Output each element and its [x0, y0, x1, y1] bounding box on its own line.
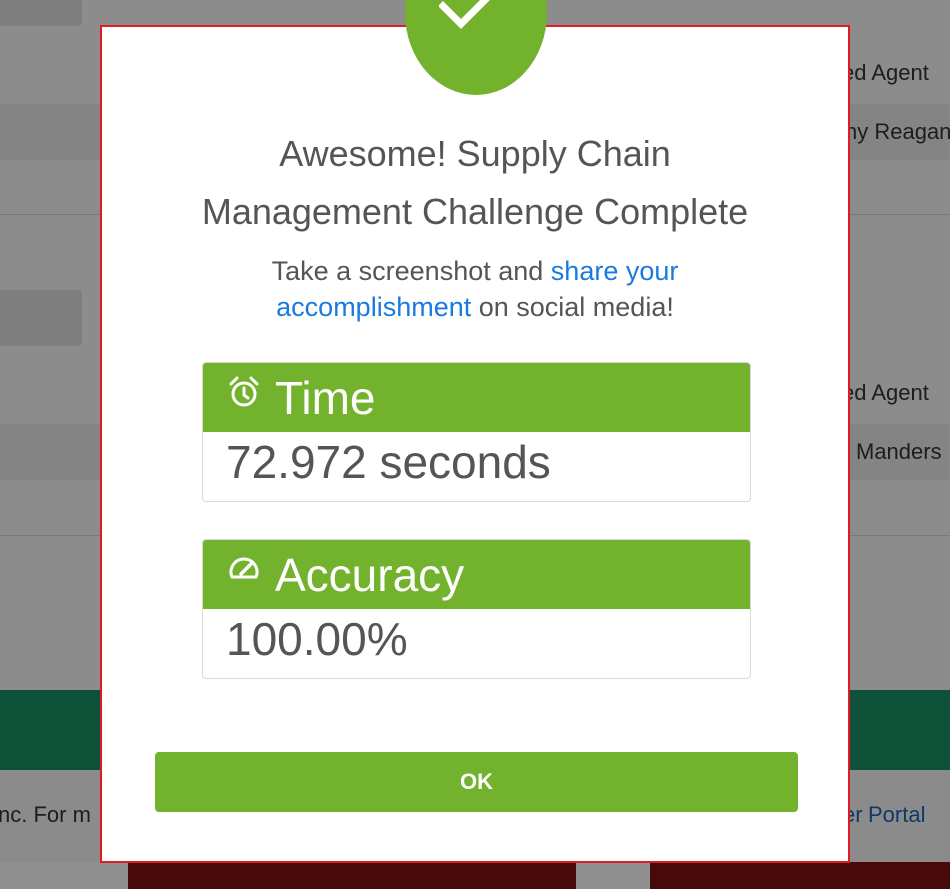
accuracy-label: Accuracy — [275, 548, 465, 601]
alarm-clock-icon — [229, 376, 259, 406]
subtitle-text-end: on social media! — [471, 292, 674, 322]
speedometer-icon — [229, 557, 259, 578]
accuracy-card: Accuracy 100.00% — [202, 539, 751, 679]
success-badge — [405, 0, 547, 95]
modal-title: Awesome! Supply Chain Management Challen… — [201, 133, 749, 232]
time-value: 72.972 seconds — [226, 436, 551, 488]
share-link[interactable]: share your — [551, 256, 679, 286]
time-card: Time 72.972 seconds — [202, 362, 751, 502]
challenge-complete-modal: Awesome! Supply Chain Management Challen… — [100, 0, 850, 863]
share-link-continued[interactable]: accomplishment — [276, 292, 471, 322]
accuracy-value: 100.00% — [226, 613, 408, 665]
subtitle-text: Take a screenshot and — [271, 256, 551, 286]
checkmark-icon — [439, 0, 490, 29]
ok-button[interactable]: OK — [155, 752, 798, 812]
modal-subtitle: Take a screenshot and share your accompl… — [102, 253, 848, 325]
time-label: Time — [275, 371, 376, 424]
time-card-header: Time — [203, 363, 750, 432]
accuracy-card-header: Accuracy — [203, 540, 750, 609]
